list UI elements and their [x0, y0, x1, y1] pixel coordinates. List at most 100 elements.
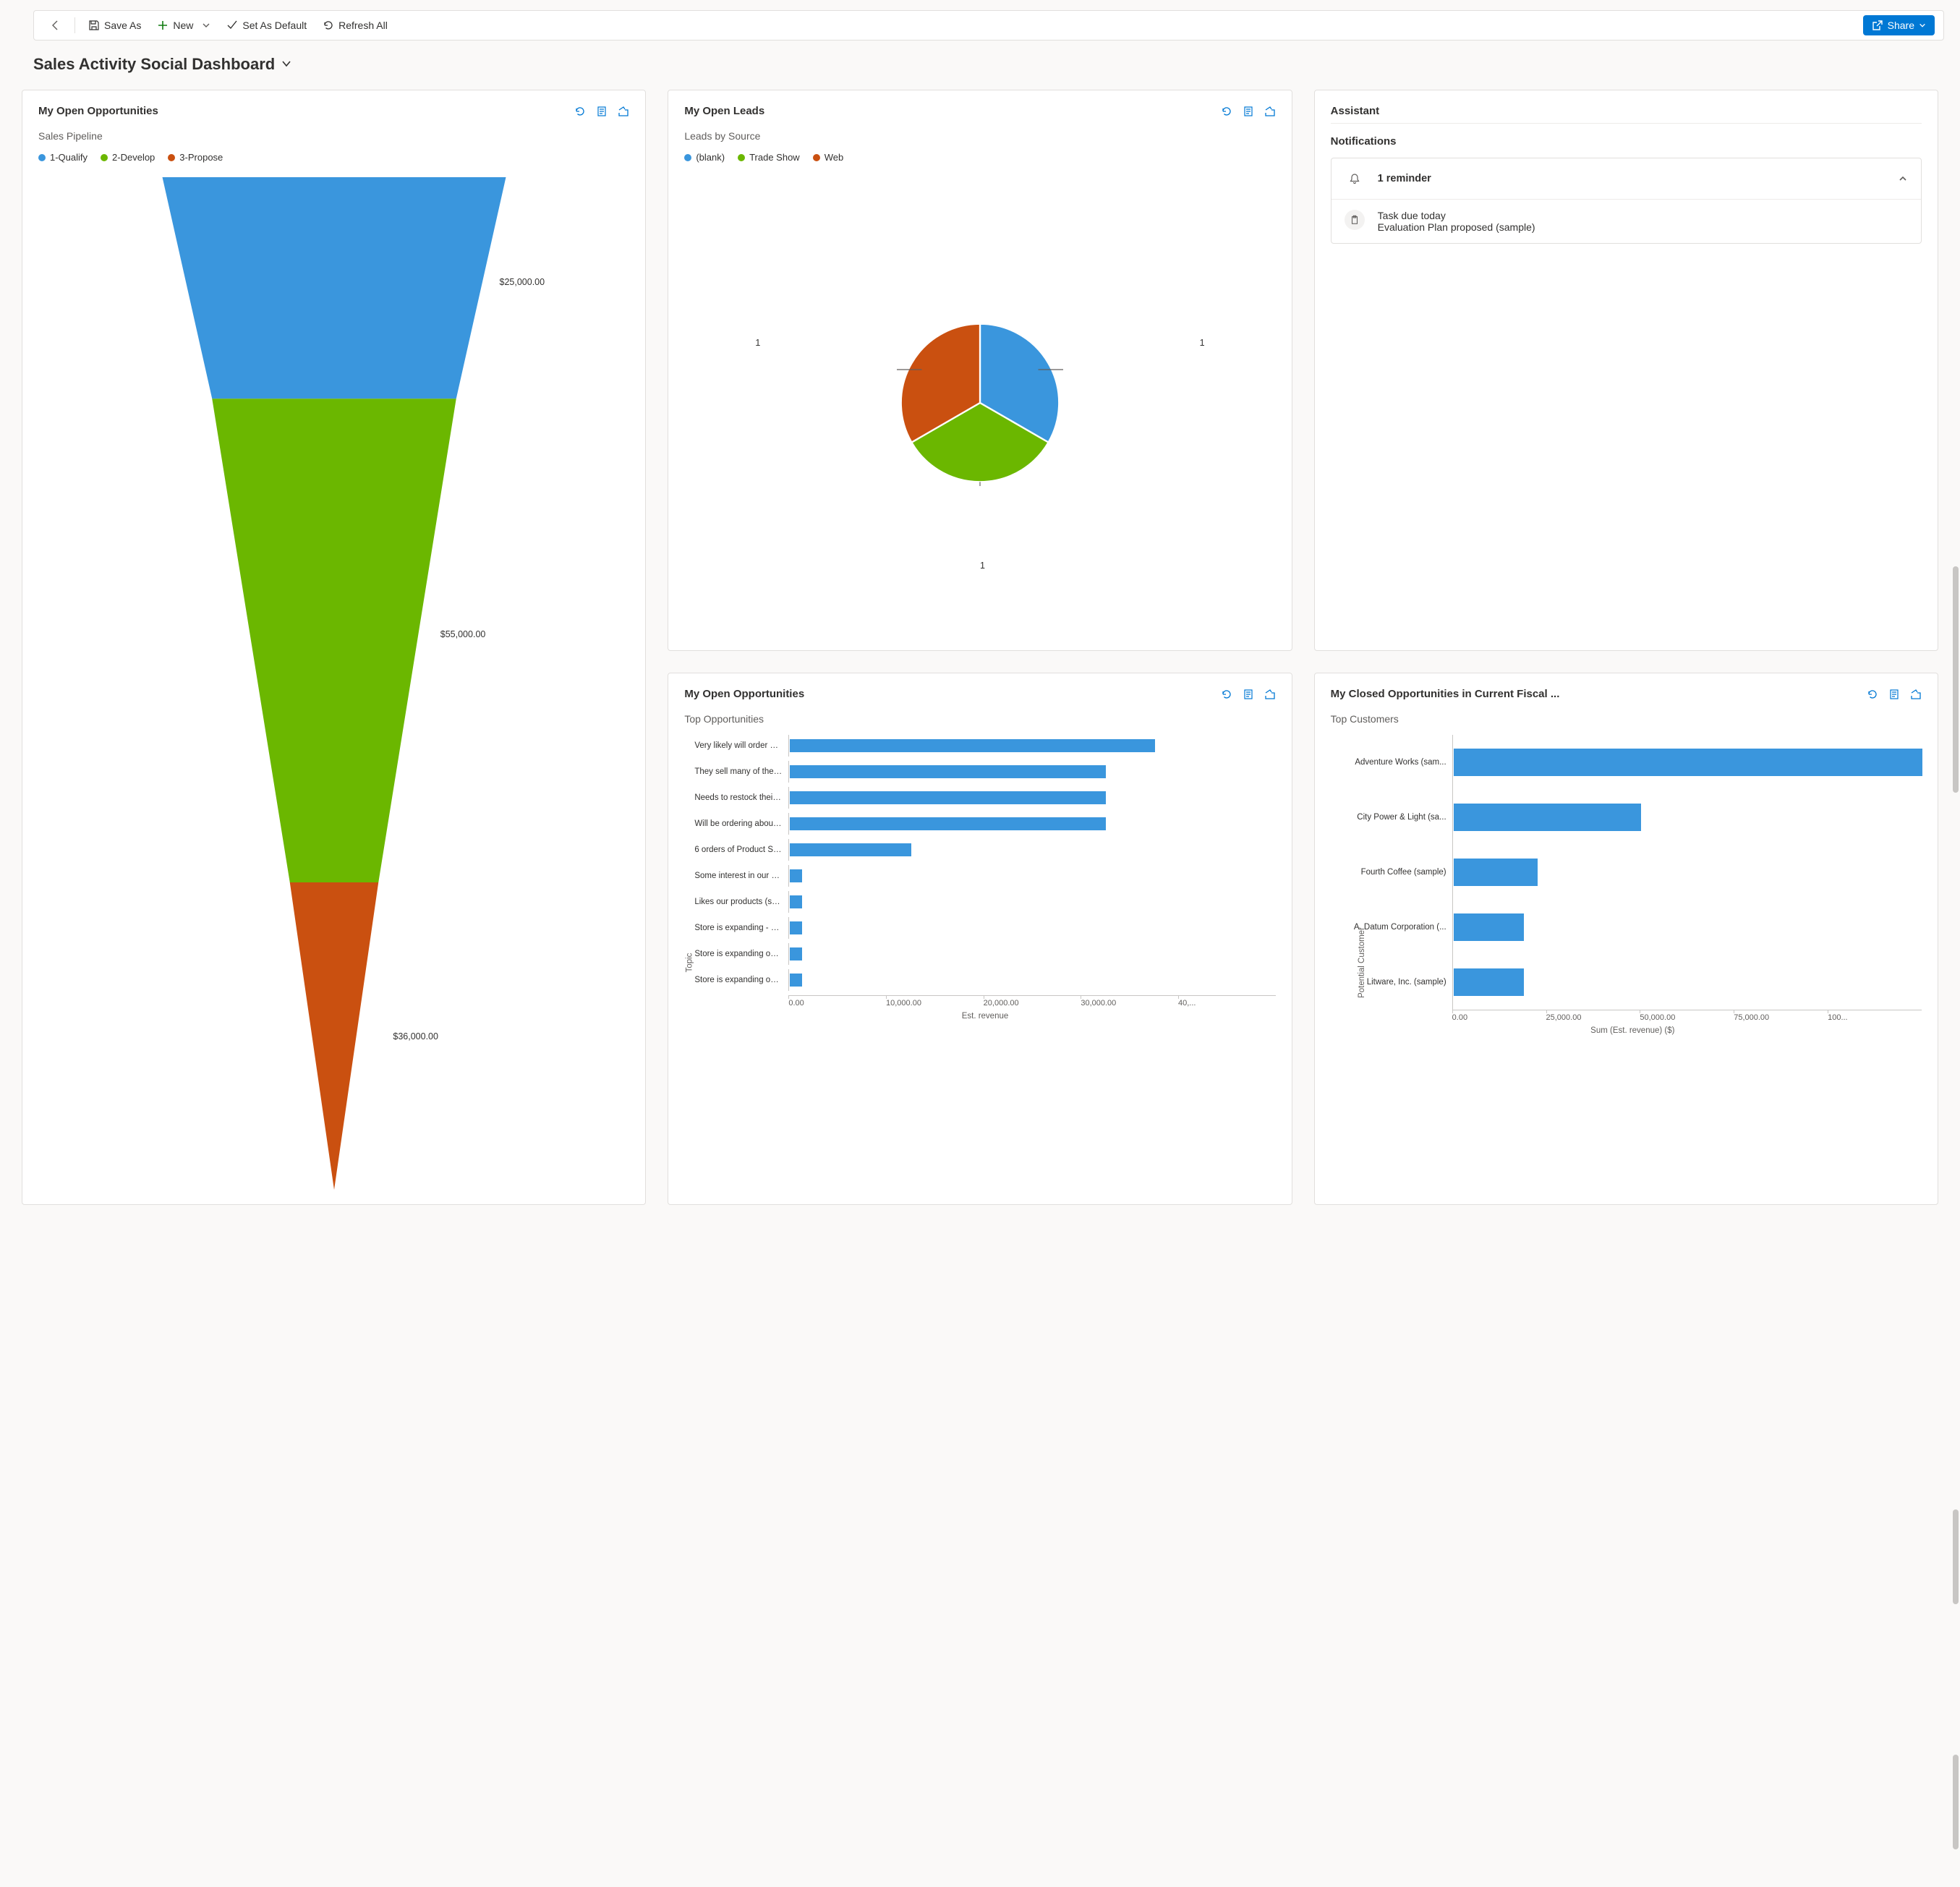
refresh-icon[interactable] — [1221, 689, 1232, 700]
pie-value-label: 1 — [1200, 338, 1205, 348]
x-tick: 40,... — [1178, 999, 1276, 1008]
expand-icon[interactable] — [1264, 106, 1276, 117]
bar-row: Will be ordering about ... — [694, 813, 1275, 835]
expand-icon[interactable] — [1264, 689, 1276, 700]
refresh-all-button[interactable]: Refresh All — [315, 15, 395, 35]
card-subtitle: Top Opportunities — [684, 713, 1275, 725]
dashboard-picker[interactable] — [281, 58, 292, 72]
legend-swatch-green — [101, 154, 108, 161]
funnel-segment-propose[interactable] — [289, 882, 378, 1190]
expand-icon[interactable] — [618, 106, 629, 117]
bar-track — [1452, 735, 1922, 790]
funnel-chart: $25,000.00 $55,000.00 $36,000.00 — [38, 170, 629, 1190]
notifications-heading: Notifications — [1331, 124, 1922, 158]
bar-category-label: Adventure Works (sam... — [1344, 758, 1452, 767]
funnel-value-label: $36,000.00 — [393, 1031, 438, 1042]
card-title: My Open Opportunities — [684, 688, 1220, 700]
chevron-up-icon[interactable] — [1898, 174, 1908, 184]
funnel-legend: 1-Qualify 2-Develop 3-Propose — [38, 152, 629, 163]
legend-swatch-blue — [38, 154, 46, 161]
refresh-icon[interactable] — [1867, 689, 1878, 700]
x-tick: 75,000.00 — [1734, 1013, 1828, 1022]
pie-value-label: 1 — [755, 338, 760, 348]
save-as-label: Save As — [104, 20, 141, 31]
scrollbar-thumb[interactable] — [1953, 1509, 1959, 1603]
card-actions — [1221, 106, 1276, 117]
bar-track — [788, 969, 1275, 991]
x-tick: 30,000.00 — [1081, 999, 1178, 1008]
page-title: Sales Activity Social Dashboard — [33, 55, 275, 74]
bar-fill[interactable] — [790, 869, 802, 882]
records-icon[interactable] — [596, 106, 608, 117]
records-icon[interactable] — [1888, 689, 1900, 700]
x-axis-label: Est. revenue — [694, 1012, 1275, 1021]
x-axis: 0.0010,000.0020,000.0030,000.0040,... — [788, 995, 1275, 1008]
funnel-segment-develop[interactable] — [212, 399, 456, 882]
funnel-segment-qualify[interactable] — [162, 177, 506, 399]
bar-row: Likes our products (sa... — [694, 891, 1275, 913]
bar-category-label: Some interest in our pr... — [694, 872, 788, 880]
bar-fill[interactable] — [1454, 913, 1524, 941]
bar-fill[interactable] — [790, 947, 802, 960]
bar-fill[interactable] — [1454, 968, 1524, 996]
bar-fill[interactable] — [790, 791, 1106, 804]
bar-fill[interactable] — [790, 895, 802, 908]
bar-fill[interactable] — [790, 974, 802, 987]
refresh-icon[interactable] — [1221, 106, 1232, 117]
bar-track — [1452, 955, 1922, 1010]
bar-row: Very likely will order 18 ... — [694, 735, 1275, 757]
y-axis-label: Potential Customer — [1358, 927, 1366, 998]
bar-track — [788, 813, 1275, 835]
new-button[interactable]: New — [150, 15, 218, 35]
legend-swatch-green — [738, 154, 745, 161]
back-button[interactable] — [43, 15, 69, 35]
x-tick: 25,000.00 — [1546, 1013, 1640, 1022]
bar-fill[interactable] — [790, 765, 1106, 778]
bar-fill[interactable] — [790, 817, 1106, 830]
legend-label: 3-Propose — [179, 152, 223, 163]
dashboard-grid: My Open Opportunities Sales Pipeline 1-Q… — [0, 90, 1960, 1227]
legend-item: (blank) — [684, 152, 725, 163]
scrollbar-thumb[interactable] — [1953, 566, 1959, 793]
card-actions — [1221, 689, 1276, 700]
records-icon[interactable] — [1243, 106, 1254, 117]
legend-item: Trade Show — [738, 152, 800, 163]
chevron-down-icon — [1919, 22, 1926, 29]
bar-category-label: Store is expanding opty2 — [694, 950, 788, 958]
expand-icon[interactable] — [1910, 689, 1922, 700]
legend-label: (blank) — [696, 152, 725, 163]
refresh-icon — [323, 20, 334, 31]
card-assistant: Assistant Notifications 1 reminder Task … — [1314, 90, 1938, 651]
x-tick: 100... — [1828, 1013, 1922, 1022]
save-as-button[interactable]: Save As — [81, 15, 148, 35]
records-icon[interactable] — [1243, 689, 1254, 700]
reminder-count: 1 reminder — [1378, 173, 1885, 184]
set-default-button[interactable]: Set As Default — [219, 15, 314, 35]
bar-track — [1452, 845, 1922, 900]
bar-track — [1452, 900, 1922, 955]
bar-fill[interactable] — [1454, 749, 1922, 776]
scrollbar-thumb[interactable] — [1953, 1755, 1959, 1849]
notification-header[interactable]: 1 reminder — [1331, 158, 1921, 199]
legend-item: 2-Develop — [101, 152, 155, 163]
bar-fill[interactable] — [790, 921, 802, 934]
bar-row: Litware, Inc. (sample) — [1344, 955, 1922, 1010]
pie-legend: (blank) Trade Show Web — [684, 152, 1275, 163]
toolbar-separator — [74, 17, 75, 33]
x-axis-label: Sum (Est. revenue) ($) — [1344, 1026, 1922, 1035]
bar-track — [788, 735, 1275, 757]
refresh-icon[interactable] — [574, 106, 586, 117]
bar-fill[interactable] — [790, 843, 911, 856]
notification-item[interactable]: Task due today Evaluation Plan proposed … — [1331, 199, 1921, 243]
bar-category-label: City Power & Light (sa... — [1344, 813, 1452, 822]
bar-fill[interactable] — [790, 739, 1154, 752]
bar-fill[interactable] — [1454, 804, 1641, 831]
legend-swatch-blue — [684, 154, 691, 161]
card-actions — [1867, 689, 1922, 700]
bar-track — [788, 787, 1275, 809]
bell-icon — [1345, 169, 1365, 189]
bar-fill[interactable] — [1454, 859, 1538, 886]
legend-swatch-orange — [813, 154, 820, 161]
share-button[interactable]: Share — [1863, 15, 1935, 35]
set-default-label: Set As Default — [242, 20, 307, 31]
